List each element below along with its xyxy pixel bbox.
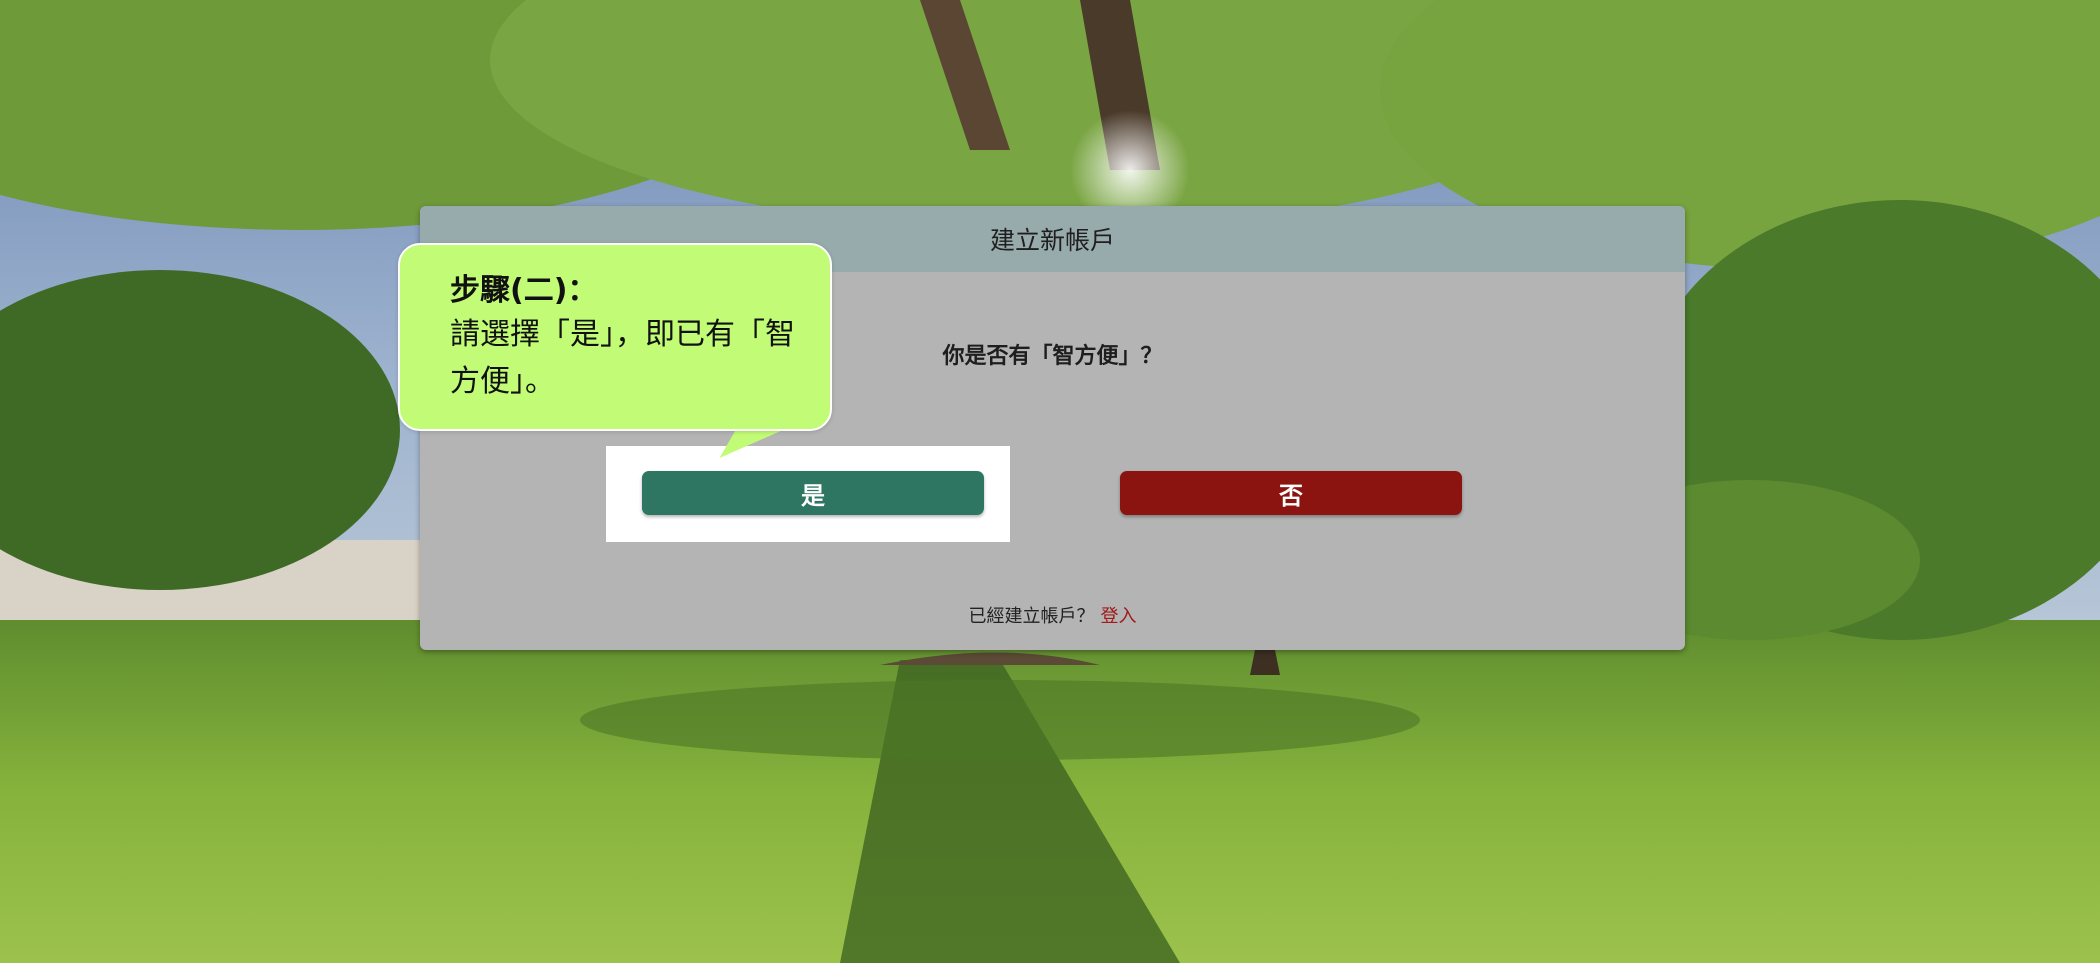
yes-button[interactable]: 是 [642, 471, 984, 515]
login-prompt: 已經建立帳戶？ 登入 [420, 602, 1685, 628]
already-have-account-text: 已經建立帳戶？ [968, 606, 1095, 627]
background-scene: 建立新帳戶 你是否有「智方便」？ 是 否 已經建立帳戶？ 登入 步驟(二)： 請選… [0, 0, 2100, 963]
no-button[interactable]: 否 [1120, 471, 1462, 515]
step-callout: 步驟(二)： 請選擇「是」，即已有「智方便」。 [398, 243, 832, 431]
dialog-title: 建立新帳戶 [989, 226, 1115, 255]
callout-title: 步驟(二)： [450, 273, 598, 308]
callout-body: 請選擇「是」，即已有「智方便」。 [450, 317, 795, 399]
login-link[interactable]: 登入 [1101, 606, 1137, 627]
